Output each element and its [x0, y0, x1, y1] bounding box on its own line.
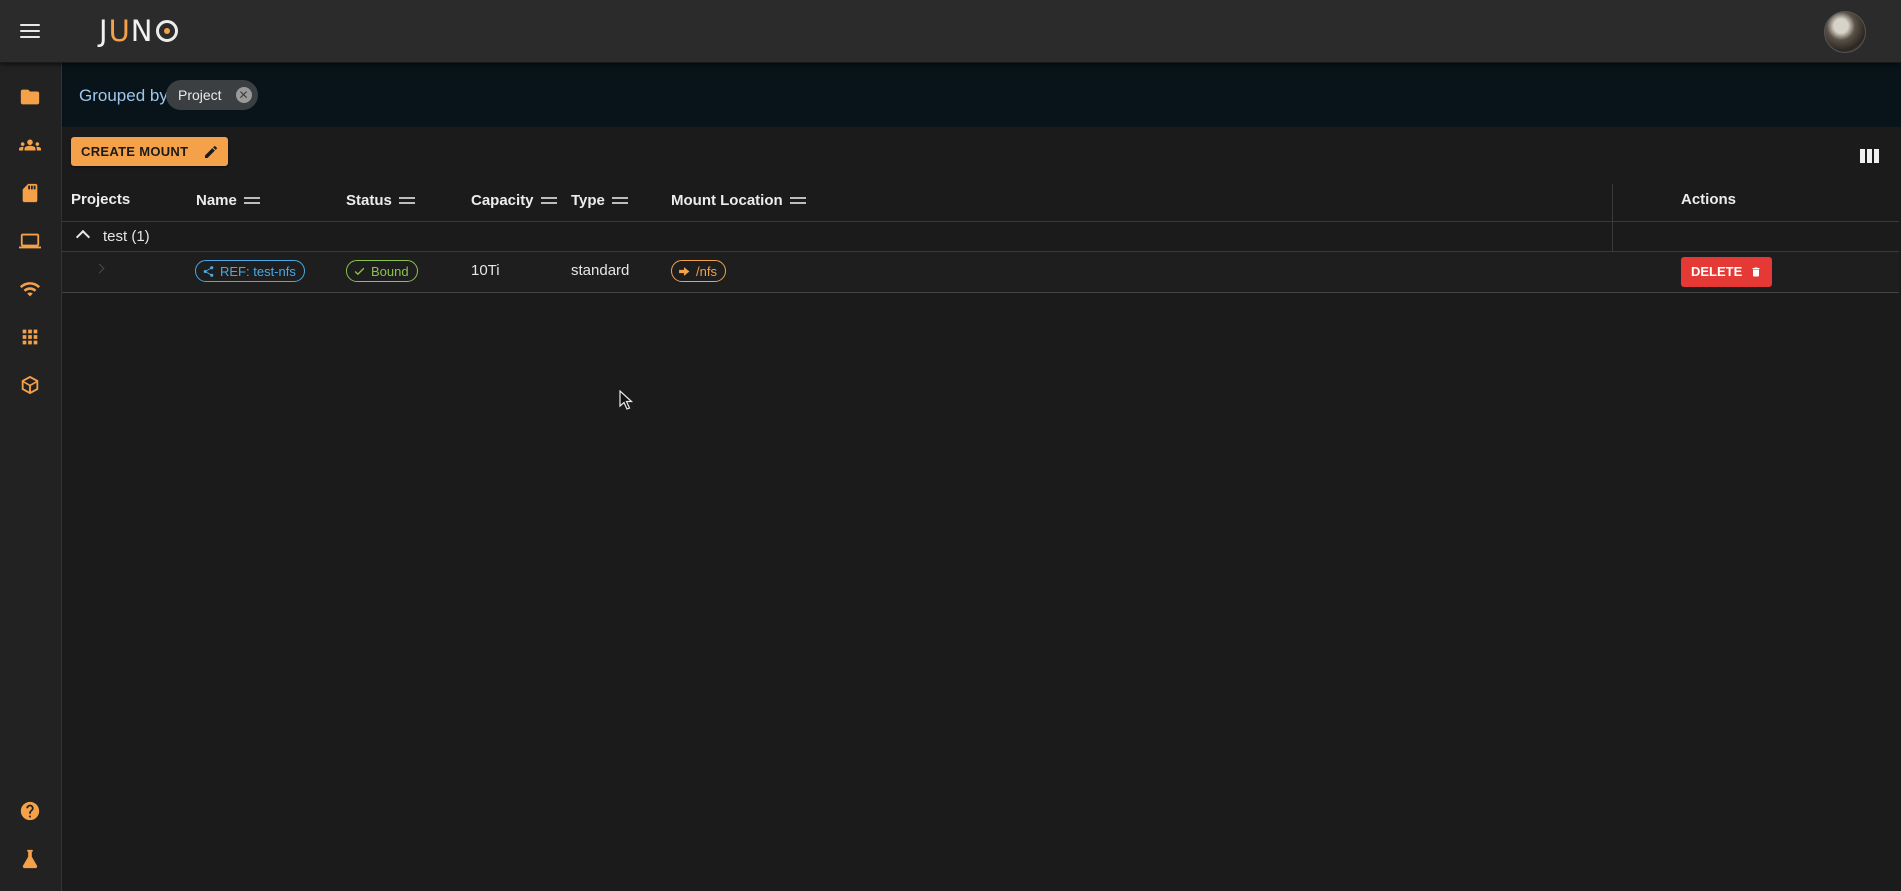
- menu-icon[interactable]: [18, 20, 42, 42]
- mount-location-label: /nfs: [696, 264, 717, 279]
- logo-letter-u: U: [108, 14, 131, 48]
- header-status[interactable]: Status: [346, 192, 415, 209]
- laptop-icon[interactable]: [18, 229, 42, 253]
- delete-label: DELETE: [1691, 264, 1743, 279]
- view-columns-icon[interactable]: [1860, 149, 1880, 165]
- flask-icon[interactable]: [18, 847, 42, 871]
- logo-o-mark: [155, 20, 178, 42]
- header-capacity[interactable]: Capacity: [471, 192, 557, 209]
- header-projects[interactable]: Projects: [71, 191, 130, 208]
- app-bar: JUN: [0, 0, 1901, 63]
- share-icon: [203, 266, 214, 277]
- group-chip-project[interactable]: Project ✕: [166, 80, 258, 110]
- apps-grid-icon[interactable]: [18, 325, 42, 349]
- trash-icon: [1752, 267, 1760, 277]
- grouping-bar: Grouped by Project ✕: [62, 63, 1901, 127]
- header-type[interactable]: Type: [571, 192, 628, 209]
- create-mount-label: CREATE MOUNT: [81, 144, 189, 159]
- drag-handle-icon[interactable]: [243, 194, 260, 207]
- folder-icon[interactable]: [18, 85, 42, 109]
- left-nav-rail: [0, 62, 62, 891]
- table-row[interactable]: REF: test-nfs Bound 10Ti standard /nfs D…: [62, 252, 1899, 293]
- user-avatar[interactable]: [1824, 11, 1866, 53]
- logo-letter-n: N: [130, 14, 154, 48]
- mounts-table: Projects Name Status Capacity Type Mount…: [62, 184, 1899, 293]
- sd-card-icon[interactable]: [18, 181, 42, 205]
- grouped-by-label: Grouped by: [79, 86, 168, 105]
- ref-name-label: REF: test-nfs: [220, 264, 296, 279]
- status-label: Bound: [371, 264, 409, 279]
- delete-button[interactable]: DELETE: [1681, 257, 1773, 287]
- mouse-cursor-icon: [619, 390, 633, 410]
- package-icon[interactable]: [18, 373, 42, 397]
- help-icon[interactable]: [18, 799, 42, 823]
- header-name[interactable]: Name: [196, 192, 260, 209]
- header-mount-location[interactable]: Mount Location: [671, 192, 806, 209]
- table-header: Projects Name Status Capacity Type Mount…: [62, 184, 1899, 222]
- pencil-icon: [205, 145, 218, 158]
- chevron-right-icon[interactable]: [94, 263, 105, 274]
- status-badge: Bound: [346, 260, 418, 282]
- group-row-label: test (1): [103, 228, 150, 245]
- close-icon[interactable]: ✕: [235, 87, 252, 103]
- logo-letter-j: J: [99, 14, 109, 48]
- drag-handle-icon[interactable]: [398, 194, 415, 207]
- drag-handle-icon[interactable]: [540, 194, 557, 207]
- capacity-cell: 10Ti: [471, 262, 500, 279]
- check-icon: [354, 267, 365, 276]
- wifi-icon[interactable]: [18, 277, 42, 301]
- group-chip-label: Project: [178, 87, 222, 103]
- arrow-right-icon: [679, 267, 690, 276]
- create-mount-button[interactable]: CREATE MOUNT: [71, 137, 229, 166]
- drag-handle-icon[interactable]: [611, 194, 628, 207]
- mount-location-chip: /nfs: [671, 260, 726, 282]
- users-icon[interactable]: [18, 133, 42, 157]
- ref-name-chip[interactable]: REF: test-nfs: [195, 260, 305, 282]
- chevron-up-icon[interactable]: [75, 229, 91, 245]
- drag-handle-icon[interactable]: [789, 194, 806, 207]
- header-actions: Actions: [1681, 191, 1737, 208]
- type-cell: standard: [571, 262, 630, 279]
- juno-logo[interactable]: JUN: [99, 13, 178, 49]
- group-row-test[interactable]: test (1): [62, 222, 1899, 252]
